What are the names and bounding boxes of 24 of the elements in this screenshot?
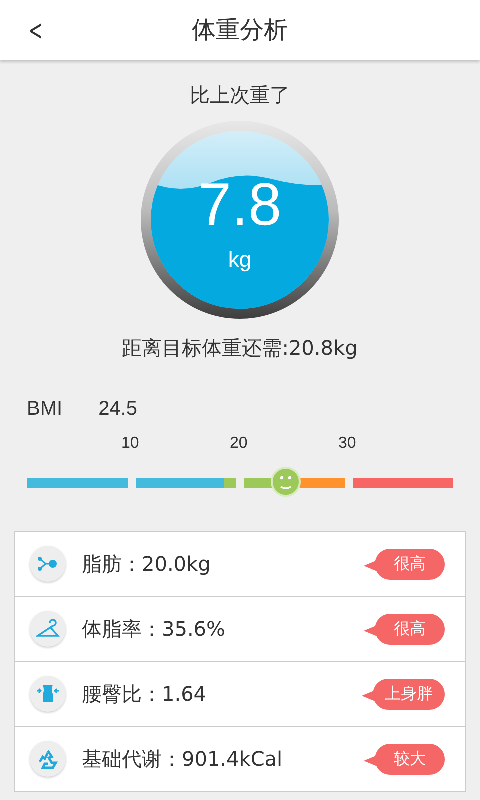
metric-text: 体脂率：35.6% bbox=[82, 616, 227, 642]
change-caption: 比上次重了 bbox=[189, 82, 291, 109]
waist-icon bbox=[36, 683, 60, 705]
scale-tick: 30 bbox=[338, 435, 356, 454]
weight-unit: kg bbox=[228, 247, 252, 273]
level-tag: 上身胖 bbox=[362, 678, 445, 710]
recycle-icon bbox=[38, 749, 58, 769]
connection-icon bbox=[37, 556, 59, 572]
level-tag: 较大 bbox=[364, 744, 445, 774]
level-tag: 很高 bbox=[364, 614, 445, 644]
scale-tick: 20 bbox=[230, 435, 248, 454]
smiley-marker bbox=[271, 467, 301, 497]
bmi-label: BMI bbox=[27, 398, 63, 421]
metric-text: 基础代谢：901.4kCal bbox=[82, 746, 284, 772]
level-tag: 很高 bbox=[364, 548, 445, 580]
metric-text: 脂肪：20.0kg bbox=[82, 550, 212, 578]
metric-text: 腰臀比：1.64 bbox=[82, 680, 208, 708]
scale-tick: 10 bbox=[122, 435, 140, 454]
weight-change-value: 7.8 bbox=[198, 175, 282, 235]
page-title: 体重分析 bbox=[192, 15, 288, 46]
hanger-icon bbox=[36, 619, 60, 639]
bmi-value: 24.5 bbox=[98, 398, 138, 421]
back-button[interactable]: < bbox=[25, 14, 46, 46]
goal-text: 距离目标体重还需:20.8kg bbox=[121, 335, 359, 362]
